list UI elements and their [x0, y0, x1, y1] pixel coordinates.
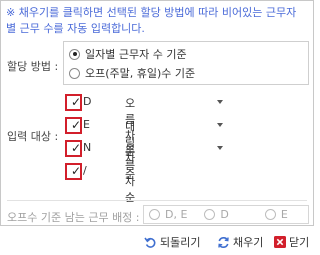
chevron-down-icon[interactable]	[217, 146, 223, 150]
radio-icon[interactable]	[69, 67, 80, 79]
fill-button[interactable]: 채우기	[217, 233, 263, 251]
target-code: D	[83, 95, 92, 108]
checkmark-icon: ✓	[71, 118, 82, 132]
radio-icon[interactable]	[264, 209, 276, 220]
undo-button[interactable]: 되돌리기	[144, 233, 200, 251]
sort-select-n[interactable]: 오름차순	[125, 141, 135, 205]
checkmark-icon: ✓	[71, 141, 82, 155]
target-checkbox-n[interactable]: ✓	[65, 140, 82, 157]
radio-icon[interactable]	[204, 209, 216, 220]
radio-selected-icon[interactable]	[69, 48, 80, 60]
target-code: E	[83, 118, 90, 131]
close-icon	[274, 236, 286, 248]
close-button[interactable]: 닫기	[274, 233, 309, 251]
assign-option-d[interactable]: D	[204, 208, 229, 221]
assign-option-label: D, E	[165, 208, 188, 221]
target-checkbox-e[interactable]: ✓	[65, 117, 82, 134]
checkmark-icon: ✓	[71, 95, 82, 109]
undo-icon	[144, 236, 157, 249]
radio-icon[interactable]	[149, 209, 160, 220]
assign-option-label: E	[280, 208, 288, 221]
method-option-by-off[interactable]: 오프(주말, 휴일)수 기준	[69, 64, 195, 82]
assign-option-label: D	[220, 208, 229, 221]
info-note: ※ 채우기를 클릭하면 선택된 할당 방법에 따라 비어있는 근무자별 근무 수…	[6, 6, 297, 35]
refresh-icon	[217, 236, 230, 249]
assign-option-de[interactable]: D, E	[149, 208, 187, 221]
assign-option-e[interactable]: E	[264, 208, 288, 221]
divider	[7, 200, 307, 201]
close-label: 닫기	[289, 236, 310, 249]
target-code: /	[83, 164, 87, 177]
method-option-label: 일자별 근무자 수 기준	[85, 48, 187, 61]
undo-label: 되돌리기	[160, 236, 201, 249]
method-radio-group: 일자별 근무자 수 기준 오프(주말, 휴일)수 기준	[63, 41, 309, 85]
fill-dialog-panel: ※ 채우기를 클릭하면 선택된 할당 방법에 따라 비어있는 근무자별 근무 수…	[0, 0, 314, 226]
method-option-by-date[interactable]: 일자별 근무자 수 기준	[69, 45, 187, 63]
chevron-down-icon[interactable]	[217, 100, 223, 104]
assign-label: 오프수 기준 남는 근무 배정 :	[7, 211, 140, 224]
method-label: 할당 방법 :	[7, 60, 59, 73]
method-option-label: 오프(주말, 휴일)수 기준	[85, 67, 196, 80]
chevron-down-icon[interactable]	[217, 123, 223, 127]
fill-label: 채우기	[233, 236, 264, 249]
target-checkbox-off[interactable]: ✓	[65, 163, 82, 180]
checkmark-icon: ✓	[71, 164, 82, 178]
target-label: 입력 대상 :	[7, 130, 59, 143]
target-checkbox-d[interactable]: ✓	[65, 94, 82, 111]
target-code: N	[83, 141, 92, 154]
assign-radio-group: D, E D E	[143, 205, 309, 224]
